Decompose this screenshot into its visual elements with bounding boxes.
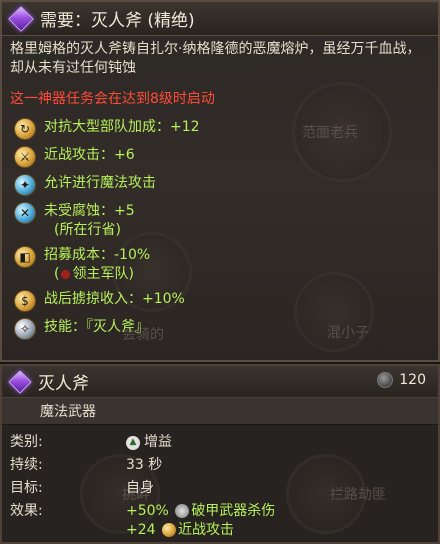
item-description: 格里姆格的灭人斧铸自扎尔·纳格隆德的恶魔熔炉，虽经万千血战，却从未有过任何钝蚀: [10, 41, 421, 76]
effect-line: +50% 破甲武器杀伤: [126, 502, 275, 521]
item-effects: ↻ 对抗大型部队加成：+12 ⚔ 近战攻击：+6 ✦ 允许进行魔法攻击 ✕ 未受…: [2, 108, 438, 340]
stat-row-effects: 效果: +50% 破甲武器杀伤 +24 近战攻击: [2, 502, 438, 540]
effect-row: $ 战后掳掠收入：+10%: [14, 290, 438, 312]
effect-row: ✕ 未受腐蚀：+5 (所在行省): [14, 202, 438, 240]
effect-subtext-rest: 领主军队): [72, 266, 134, 282]
item-tooltip: 范面老兵 会骑的 混小子 需要：灭人斧 (精绝) 格里姆格的灭人斧铸自扎尔·纳格…: [0, 0, 440, 362]
stat-label: 持续:: [10, 457, 43, 473]
stat-value: 自身: [126, 480, 154, 496]
loot-icon: $: [14, 290, 36, 312]
effect-subtext: ( 领主军队): [44, 265, 150, 284]
rarity-gem-icon: [8, 369, 32, 394]
effect-row: ◧ 招募成本：-10% ( 领主军队): [14, 246, 438, 284]
stat-label: 类别:: [10, 434, 43, 450]
effect-text: 技能：『灭人斧』: [44, 319, 149, 335]
stat-label: 效果:: [10, 503, 43, 519]
effect-text: 对抗大型部队加成：+12: [44, 119, 200, 135]
effect-text: 战后掳掠收入：+10%: [44, 291, 185, 307]
armour-piercing-icon: [175, 504, 190, 518]
quest-warning: 这一神器任务会在达到8级时启动: [10, 91, 215, 107]
stat-row-duration: 持续: 33 秒: [2, 456, 438, 475]
stat-row-category: 类别: ▲ 增益: [2, 433, 438, 452]
melee-attack-icon: ⚔: [14, 146, 36, 168]
winds-of-magic-icon: [377, 372, 394, 388]
ability-header: 灭人斧 120: [2, 366, 438, 397]
ability-cost: 120: [377, 372, 426, 388]
effect-text: 近战攻击: [178, 522, 234, 538]
untainted-icon: ✕: [14, 202, 36, 224]
effect-value: +50%: [126, 503, 169, 519]
recruit-cost-icon: ◧: [14, 246, 36, 268]
effect-text: 近战攻击：+6: [44, 147, 135, 163]
effect-line: +24 近战攻击: [126, 521, 275, 540]
buff-icon: ▲: [126, 435, 140, 450]
effect-row: ⚔ 近战攻击：+6: [14, 146, 438, 168]
effect-value: +24: [126, 522, 156, 538]
item-header: 需要：灭人斧 (精绝): [2, 2, 438, 36]
item-title: 需要：灭人斧 (精绝): [40, 11, 195, 31]
ability-tooltip: 挑衅 拦路劫匪 灭人斧 120 魔法武器 类别: ▲ 增益 持续: 33 秒 目标…: [0, 364, 440, 544]
magic-attack-icon: ✦: [14, 174, 36, 196]
effect-text: 未受腐蚀：+5: [44, 203, 135, 219]
effect-row: ✦ 允许进行魔法攻击: [14, 174, 438, 196]
ability-icon: ✧: [14, 318, 36, 340]
large-unit-bonus-icon: ↻: [14, 118, 36, 140]
stat-value: 33 秒: [126, 457, 163, 473]
rarity-gem-icon: [8, 5, 34, 32]
effect-text: 破甲武器杀伤: [191, 503, 276, 519]
ability-name: 灭人斧: [38, 374, 89, 394]
effect-row: ✧ 技能：『灭人斧』: [14, 318, 438, 340]
effect-row: ↻ 对抗大型部队加成：+12: [14, 118, 438, 140]
melee-attack-icon: [162, 523, 176, 537]
effect-subtext-open: (: [54, 266, 60, 282]
effect-text: 允许进行魔法攻击: [44, 175, 156, 191]
ability-cost-value: 120: [399, 372, 426, 388]
stat-row-target: 目标: 自身: [2, 479, 438, 498]
ability-type: 魔法武器: [2, 397, 438, 425]
stat-value: 增益: [144, 434, 172, 450]
lord-army-icon: [61, 269, 71, 279]
effect-subtext: (所在行省): [54, 222, 121, 238]
stat-label: 目标:: [10, 480, 43, 496]
effect-text: 招募成本：-10%: [44, 247, 151, 263]
